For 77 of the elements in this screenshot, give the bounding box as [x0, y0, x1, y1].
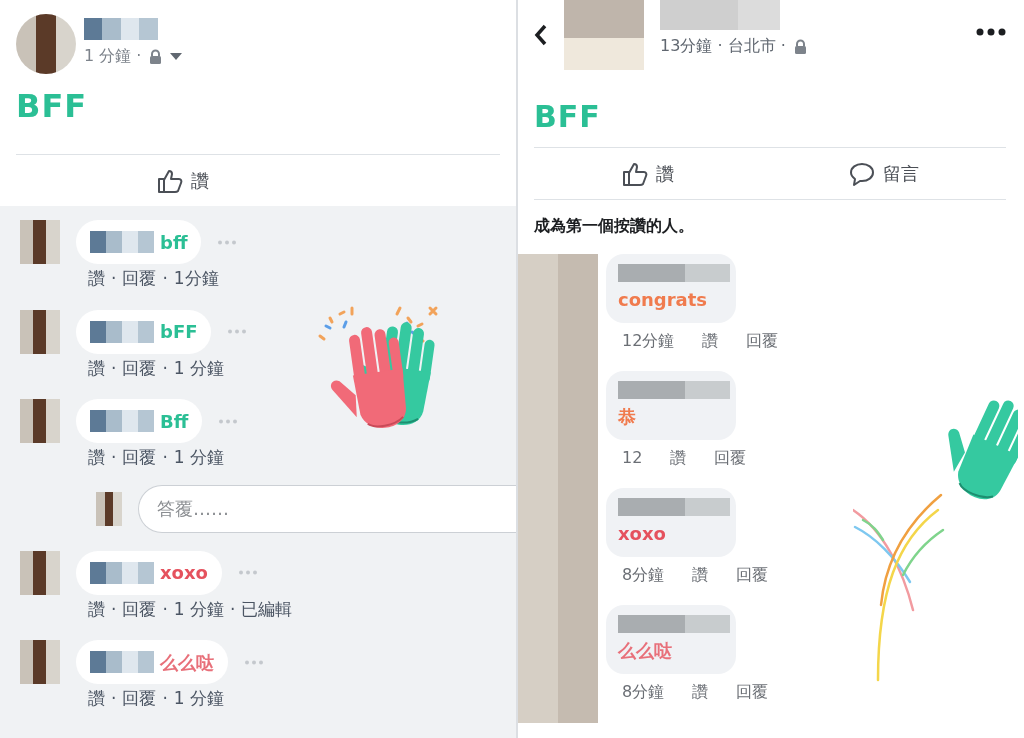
avatar [20, 399, 60, 443]
action-link[interactable]: 讚 [88, 596, 105, 622]
lock-icon [149, 48, 163, 64]
comment-meta: 1 分鐘 [173, 356, 225, 380]
separator: · [111, 267, 117, 290]
action-link[interactable]: 回覆 [122, 445, 157, 471]
separator: · [111, 687, 117, 710]
post-text: BFF [16, 86, 89, 127]
post-time: 1 分鐘 · [84, 45, 142, 67]
comment-text: Bff [160, 409, 189, 434]
comment-text: xoxo [160, 561, 208, 585]
comment-text: congrats [618, 288, 709, 312]
action-link[interactable]: 回覆 [122, 355, 157, 381]
action-link[interactable]: 回覆 [122, 596, 157, 622]
action-link[interactable]: 讚 [702, 329, 719, 353]
comment-text: 恭 [618, 405, 637, 429]
comment-text: 么么哒 [618, 639, 673, 663]
comment-time: 8分鐘 [622, 681, 665, 703]
comment-time: 12 [622, 447, 643, 469]
separator: · [111, 446, 117, 469]
action-link[interactable]: 讚 [88, 686, 105, 712]
avatar [96, 491, 122, 526]
comment-time: 8分鐘 [622, 564, 665, 586]
speech-bubble-icon [848, 160, 875, 187]
blurred-name [90, 320, 154, 343]
separator: · [162, 597, 168, 621]
comment-meta: 1 分鐘 [173, 687, 225, 710]
blurred-name [90, 231, 154, 253]
avatar [16, 14, 76, 74]
avatar [20, 220, 60, 264]
blurred-name [90, 651, 154, 673]
action-link[interactable]: 回覆 [736, 680, 769, 704]
avatar [20, 640, 60, 684]
blurred-name [90, 410, 154, 432]
more-icon[interactable] [976, 28, 1006, 36]
separator: · [162, 687, 168, 710]
comment-meta: 1分鐘 [173, 267, 219, 290]
comment-text: xoxo [618, 522, 667, 546]
separator: · [111, 597, 117, 621]
post-meta: 13分鐘 · 台北市 · [660, 35, 786, 57]
comment-text: bff [160, 230, 188, 255]
back-icon[interactable] [534, 24, 548, 46]
comment-time: 12分鐘 [622, 330, 675, 352]
comment-text: bFF [160, 320, 198, 344]
caret-icon[interactable] [170, 52, 183, 60]
action-link[interactable]: 讚 [692, 563, 709, 587]
action-link[interactable]: 回覆 [122, 686, 157, 712]
reply-field[interactable]: 答覆…… [138, 484, 516, 533]
lock-icon [793, 38, 807, 54]
separator: · [162, 267, 168, 290]
action-link[interactable]: 回覆 [122, 266, 157, 292]
blurred-name [90, 561, 154, 584]
avatar [20, 550, 60, 595]
action-link[interactable]: 回覆 [714, 446, 747, 470]
comment-text: 么么哒 [160, 650, 214, 675]
action-button[interactable]: 讚 [611, 156, 684, 191]
action-button[interactable]: 留言 [838, 156, 929, 191]
likes-prompt: 成為第一個按讚的人。 [534, 215, 695, 237]
separator: · [162, 356, 168, 380]
action-button[interactable]: 讚 [147, 163, 219, 198]
thumbs-up-icon [621, 160, 648, 187]
action-link[interactable]: 讚 [670, 446, 687, 470]
action-link[interactable]: 回覆 [746, 329, 779, 353]
comment-meta: 1 分鐘 [173, 597, 225, 621]
action-link[interactable]: 讚 [88, 266, 105, 292]
separator: · [111, 356, 117, 380]
comment-meta: 已編輯 [241, 597, 293, 621]
action-link[interactable]: 讚 [88, 445, 105, 471]
comment-meta: 1 分鐘 [173, 446, 225, 469]
separator: · [162, 446, 168, 469]
separator: · [230, 597, 236, 621]
action-link[interactable]: 讚 [88, 355, 105, 381]
action-link[interactable]: 讚 [692, 680, 709, 704]
thumbs-up-icon [157, 167, 183, 194]
avatar [20, 309, 60, 354]
post-text: BFF [534, 98, 602, 136]
action-link[interactable]: 回覆 [736, 563, 769, 587]
